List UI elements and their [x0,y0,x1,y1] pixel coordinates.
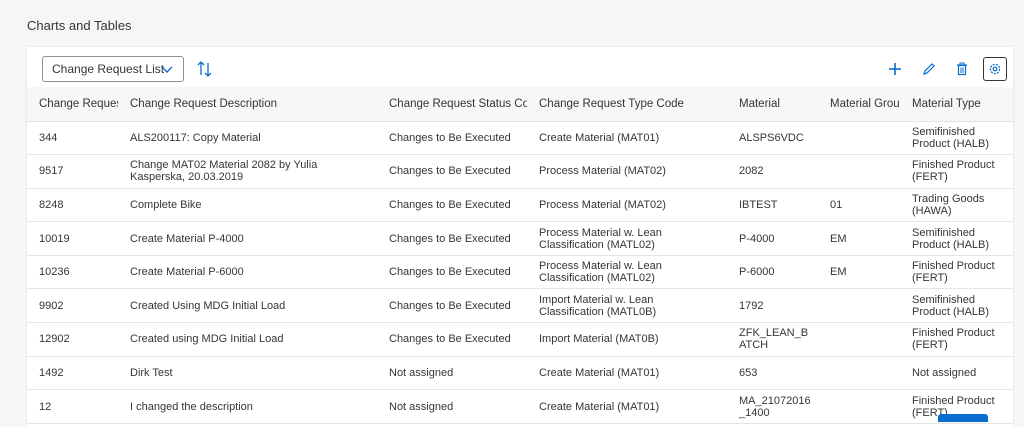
footer-action-button[interactable] [938,414,988,422]
table-row[interactable]: 12902 Created using MDG Initial Load Cha… [27,323,1013,357]
cell-change-request: 9517 [39,165,64,178]
cell-material: 1792 [739,299,764,312]
edit-pencil-icon [923,63,935,75]
column-header-material-type[interactable]: Material Type [900,87,1013,122]
table-row[interactable]: 10019 Create Material P-4000 Changes to … [27,222,1013,256]
delete-trash-icon [957,62,967,76]
cell-material-group: EM [830,266,847,279]
sort-icon[interactable] [196,59,214,79]
cell-material-group [818,121,900,155]
table-toolbar: Change Request List [27,47,1013,87]
table-row[interactable]: 9517 Change MAT02 Material 2082 by Yulia… [27,155,1013,189]
table-row[interactable]: 12 I changed the description Not assigne… [27,390,1013,424]
settings-button[interactable] [983,57,1007,81]
cell-material-type: Semifinished Product (HALB) [912,125,990,150]
cell-material: IBTEST [739,198,778,211]
cell-description: ALS200117: Copy Material [130,131,261,144]
cell-status-code: Changes to Be Executed [389,198,511,211]
cell-change-request: 10236 [39,266,70,279]
cell-description: Create Material P-4000 [130,232,244,245]
cell-description: Created Using MDG Initial Load [130,299,286,312]
view-select[interactable]: Change Request List [42,56,184,82]
cell-type-code: Process Material w. Lean Classification … [539,260,662,285]
cell-material-group: 01 [830,198,843,211]
chevron-down-icon [161,66,173,73]
cell-material: 2082 [739,165,764,178]
cell-change-request: 1492 [39,366,64,379]
cell-material-group [818,289,900,323]
cell-change-request: 344 [39,131,58,144]
cell-change-request: 8248 [39,198,64,211]
cell-status-code: Changes to Be Executed [389,266,511,279]
cell-material: P-6000 [739,266,775,279]
column-header-status-code[interactable]: Change Request Status Code [377,87,527,122]
cell-material: ALSPS6VDC [739,131,804,144]
cell-material-group [818,356,900,390]
column-header-change-request[interactable]: Change Request [27,87,118,122]
cell-material: MA_21072016_1400 [739,394,811,419]
delete-button[interactable] [950,57,974,81]
cell-type-code: Create Material (MAT01) [539,131,660,144]
cell-material: 653 [739,366,758,379]
cell-material-type: Trading Goods (HAWA) [912,192,985,217]
cell-material-type: Semifinished Product (HALB) [912,293,990,318]
cell-material: P-4000 [739,232,775,245]
table-header-row: Change Request Change Request Descriptio… [27,87,1013,122]
cell-material: ZFK_LEAN_BATCH [739,327,809,352]
table-row[interactable]: 344 ALS200117: Copy Material Changes to … [27,121,1013,155]
cell-material-group [818,155,900,189]
cell-material-type: Finished Product (FERT) [912,159,995,184]
cell-status-code: Not assigned [389,366,454,379]
cell-status-code: Changes to Be Executed [389,131,511,144]
cell-type-code: Process Material (MAT02) [539,198,666,211]
table-row[interactable]: 8248 Complete Bike Changes to Be Execute… [27,188,1013,222]
cell-material-group: EM [830,232,847,245]
cell-type-code: Create Material (MAT01) [539,366,660,379]
cell-description: I changed the description [130,400,253,413]
view-select-value: Change Request List [52,62,165,76]
add-button[interactable] [883,57,907,81]
cell-material-group [818,390,900,424]
cell-status-code: Not assigned [389,400,454,413]
cell-status-code: Changes to Be Executed [389,165,511,178]
cell-status-code: Changes to Be Executed [389,299,511,312]
settings-gear-icon [989,63,1001,75]
cell-material-type: Semifinished Product (HALB) [912,226,990,251]
cell-description: Complete Bike [130,198,202,211]
column-header-type-code[interactable]: Change Request Type Code [527,87,727,122]
cell-material-type: Finished Product (FERT) [912,327,995,352]
add-icon [889,63,901,75]
table-row[interactable]: 10236 Create Material P-6000 Changes to … [27,255,1013,289]
cell-material-type: Finished Product (FERT) [912,260,995,285]
column-header-material[interactable]: Material [727,87,818,122]
cell-description: Dirk Test [130,366,173,379]
cell-material-group [818,323,900,357]
cell-type-code: Process Material w. Lean Classification … [539,226,662,251]
cell-material-type: Not assigned [912,366,977,379]
change-request-table: Change Request Change Request Descriptio… [27,87,1013,424]
column-header-description[interactable]: Change Request Description [118,87,377,122]
table-row[interactable]: 9902 Created Using MDG Initial Load Chan… [27,289,1013,323]
cell-description: Create Material P-6000 [130,266,244,279]
cell-status-code: Changes to Be Executed [389,333,511,346]
cell-type-code: Create Material (MAT01) [539,400,660,413]
cell-type-code: Import Material (MAT0B) [539,333,659,346]
cell-change-request: 9902 [39,299,64,312]
cell-description: Created using MDG Initial Load [130,333,284,346]
column-header-material-group[interactable]: Material Group [818,87,900,122]
table-card: Change Request List Change Request Chang… [27,47,1013,427]
cell-type-code: Process Material (MAT02) [539,165,666,178]
edit-button[interactable] [917,57,941,81]
cell-change-request: 12902 [39,333,70,346]
cell-type-code: Import Material w. Lean Classification (… [539,293,657,318]
cell-change-request: 12 [39,400,52,413]
section-title: Charts and Tables [27,18,132,33]
cell-change-request: 10019 [39,232,70,245]
cell-description: Change MAT02 Material 2082 by Yulia Kasp… [130,159,318,184]
cell-status-code: Changes to Be Executed [389,232,511,245]
table-row[interactable]: 1492 Dirk Test Not assigned Create Mater… [27,356,1013,390]
